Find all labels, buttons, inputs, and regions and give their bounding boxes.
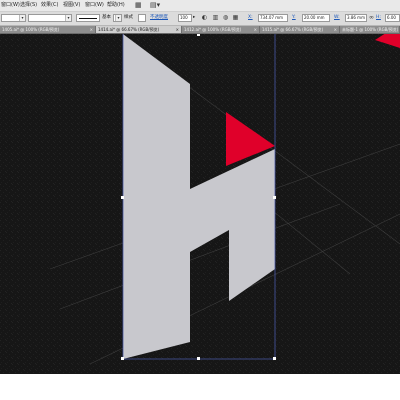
control-bar: ▾ ▾ 基本 ▾ 样式 不透明度 100 ▸ ◐ ▥ ◍ ▦ X: 734.07… xyxy=(0,12,400,26)
align-icon[interactable]: ▥ xyxy=(212,14,219,21)
menu-view[interactable]: 视图(V) xyxy=(63,0,80,11)
y-field[interactable]: 20.00 mm xyxy=(302,14,330,22)
menu-window[interactable]: 窗口(W) xyxy=(1,0,20,11)
menu-select[interactable]: 选择(S) xyxy=(20,0,37,11)
tab-label: 1415.ai* @ 66.67% (RGB/预览) xyxy=(262,27,324,32)
arrange-icon[interactable]: ▤▾ xyxy=(150,1,160,10)
brush-dropdown[interactable]: ▾ xyxy=(113,14,122,22)
chevron-down-icon[interactable]: ▾ xyxy=(65,15,71,21)
stroke-weight-field[interactable]: ▾ xyxy=(28,14,72,22)
w-label[interactable]: W: xyxy=(334,14,340,22)
tab-untitled[interactable]: 未标题-1 @ 100% (RGB/预览) xyxy=(340,26,400,33)
workspace-icon[interactable]: ▦ xyxy=(135,1,142,10)
fill-color-field[interactable]: ▾ xyxy=(1,14,26,22)
tab-1412[interactable]: 1412.ai* @ 100% (RGB/预览) × xyxy=(182,26,260,33)
empty-bottom-area xyxy=(0,374,400,400)
w-field[interactable]: 3.86 mm xyxy=(345,14,367,22)
resize-handle[interactable] xyxy=(197,34,200,36)
resize-handle[interactable] xyxy=(121,357,124,360)
stroke-line-preview xyxy=(79,18,97,19)
chevron-down-icon: ▾ xyxy=(115,15,121,21)
chevron-down-icon[interactable]: ▾ xyxy=(19,15,25,21)
artwork xyxy=(0,34,400,374)
tab-1405[interactable]: 1405.ai* @ 100% (RGB/预览) × xyxy=(0,26,96,33)
artboard-canvas[interactable] xyxy=(0,34,400,374)
menu-effect[interactable]: 效果(C) xyxy=(41,0,58,11)
close-icon[interactable]: × xyxy=(334,26,337,33)
tab-label: 1412.ai* @ 100% (RGB/预览) xyxy=(184,27,242,32)
globe-icon[interactable]: ◍ xyxy=(222,14,229,21)
menu-bar: 窗口(W) 选择(S) 效果(C) 视图(V) 窗口(W) 帮助(H) ▦ ▤▾ xyxy=(0,0,400,12)
opacity-field[interactable]: 100 xyxy=(178,14,192,22)
tab-1414[interactable]: 1414.ai* @ 66.67% (RGB/预览) × xyxy=(96,26,182,33)
x-field[interactable]: 734.07 mm xyxy=(258,14,288,22)
resize-handle[interactable] xyxy=(197,357,200,360)
y-label[interactable]: Y: xyxy=(292,14,296,22)
stroke-profile-dropdown[interactable] xyxy=(76,14,100,22)
menu-window-2[interactable]: 窗口(W) xyxy=(85,0,104,11)
tab-1415[interactable]: 1415.ai* @ 66.67% (RGB/预览) × xyxy=(260,26,340,33)
h-label[interactable]: H: xyxy=(376,14,381,22)
h-field[interactable]: 6.00 xyxy=(385,14,400,22)
close-icon[interactable]: × xyxy=(254,26,257,33)
x-label[interactable]: X: xyxy=(248,14,253,22)
transform-icon[interactable]: ▦ xyxy=(232,14,239,21)
resize-handle[interactable] xyxy=(121,196,124,199)
stroke-style-label: 基本 xyxy=(102,15,111,20)
resize-handle[interactable] xyxy=(273,196,276,199)
document-tab-bar: 1405.ai* @ 100% (RGB/预览) × 1414.ai* @ 66.… xyxy=(0,26,400,34)
style-label: 样式 xyxy=(124,15,133,20)
close-icon[interactable]: × xyxy=(176,26,179,33)
resize-handle[interactable] xyxy=(273,357,276,360)
tab-label: 1414.ai* @ 66.67% (RGB/预览) xyxy=(98,27,160,32)
style-swatch[interactable] xyxy=(138,14,146,22)
link-icon[interactable]: ∞ xyxy=(368,14,375,21)
close-icon[interactable]: × xyxy=(90,26,93,33)
tab-label: 1405.ai* @ 100% (RGB/预览) xyxy=(2,27,60,32)
opacity-arrow[interactable]: ▸ xyxy=(193,14,195,22)
tab-label: 未标题-1 @ 100% (RGB/预览) xyxy=(342,27,399,32)
menu-help[interactable]: 帮助(H) xyxy=(107,0,125,11)
recolor-icon[interactable]: ◐ xyxy=(201,14,208,21)
opacity-link[interactable]: 不透明度 xyxy=(150,14,168,22)
